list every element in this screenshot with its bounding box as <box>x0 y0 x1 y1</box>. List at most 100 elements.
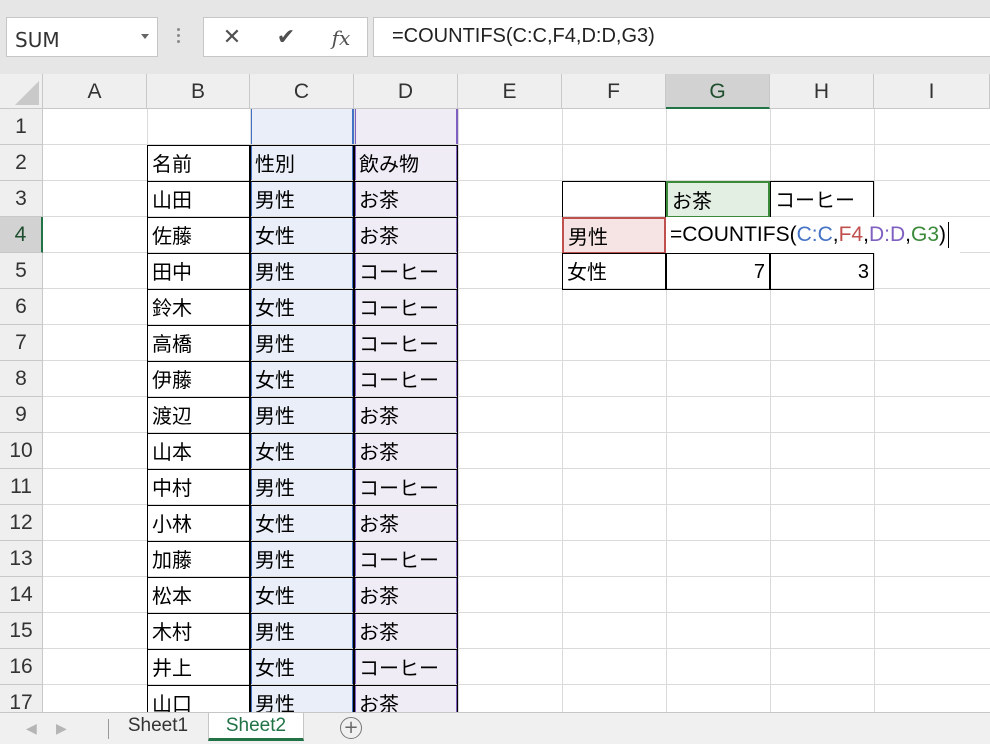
text-caret <box>948 222 949 249</box>
table-cell[interactable]: 小林 <box>147 505 250 542</box>
table-cell[interactable]: 女性 <box>250 217 354 254</box>
summary-row-label[interactable]: 男性 <box>562 217 666 254</box>
table-cell[interactable]: 女性 <box>250 361 354 398</box>
table-cell[interactable]: 男性 <box>250 685 354 712</box>
column-header-b[interactable]: B <box>147 74 250 109</box>
summary-value[interactable]: 3 <box>770 253 874 290</box>
table-cell[interactable]: お茶 <box>354 685 458 712</box>
table-cell[interactable]: 中村 <box>147 469 250 506</box>
table-cell[interactable]: 鈴木 <box>147 289 250 326</box>
table-cell[interactable]: コーヒー <box>354 649 458 686</box>
table-cell[interactable]: 木村 <box>147 613 250 650</box>
table-cell[interactable]: コーヒー <box>354 469 458 506</box>
column-header-c[interactable]: C <box>250 74 354 109</box>
worksheet-grid[interactable]: ABCDEFGHI 1 2 3 4 5 6 7 8 9 10 11 12 13 14 15 16 17 名前 性別… <box>0 74 990 712</box>
row-header-8[interactable]: 8 <box>0 361 43 397</box>
table-header[interactable]: 性別 <box>250 145 354 182</box>
row-header-11[interactable]: 11 <box>0 469 43 505</box>
table-cell[interactable]: コーヒー <box>354 325 458 362</box>
column-header-f[interactable]: F <box>562 74 666 109</box>
column-header-a[interactable]: A <box>43 74 147 109</box>
row-header-1[interactable]: 1 <box>0 109 43 145</box>
table-cell[interactable]: 男性 <box>250 253 354 290</box>
table-cell[interactable]: お茶 <box>354 577 458 614</box>
table-cell[interactable]: 渡辺 <box>147 397 250 434</box>
table-header[interactable]: 飲み物 <box>354 145 458 182</box>
row-header-10[interactable]: 10 <box>0 433 43 469</box>
row-header-4[interactable]: 4 <box>0 217 43 253</box>
table-cell[interactable]: コーヒー <box>354 361 458 398</box>
name-box[interactable]: SUM <box>6 17 158 57</box>
column-header-g[interactable]: G <box>666 74 770 109</box>
table-cell[interactable]: 伊藤 <box>147 361 250 398</box>
formula-input[interactable]: =COUNTIFS(C:C,F4,D:D,G3) <box>373 17 990 57</box>
table-cell[interactable]: 高橋 <box>147 325 250 362</box>
column-header-e[interactable]: E <box>458 74 562 109</box>
row-header-15[interactable]: 15 <box>0 613 43 649</box>
table-cell[interactable]: コーヒー <box>354 541 458 578</box>
table-cell[interactable]: 田中 <box>147 253 250 290</box>
formula-buttons: ✕ ✔ fx <box>203 17 368 57</box>
table-cell[interactable]: 女性 <box>250 577 354 614</box>
table-cell[interactable]: 女性 <box>250 289 354 326</box>
summary-value[interactable]: 7 <box>666 253 770 290</box>
row-header-7[interactable]: 7 <box>0 325 43 361</box>
table-cell[interactable]: 男性 <box>250 181 354 218</box>
column-header-d[interactable]: D <box>354 74 458 109</box>
table-cell[interactable]: お茶 <box>354 217 458 254</box>
insert-function-icon[interactable]: fx <box>325 24 357 52</box>
scroll-right-icon[interactable]: ▶ <box>56 721 67 737</box>
formula-edit-cell[interactable]: =COUNTIFS(C:C,F4,D:D,G3) <box>666 217 960 253</box>
table-cell[interactable]: 井上 <box>147 649 250 686</box>
table-cell[interactable]: 山口 <box>147 685 250 712</box>
column-header-i[interactable]: I <box>874 74 990 109</box>
table-cell[interactable]: コーヒー <box>354 253 458 290</box>
table-cell[interactable]: 佐藤 <box>147 217 250 254</box>
add-sheet-icon[interactable]: + <box>340 717 362 739</box>
tab-sheet1[interactable]: Sheet1 <box>110 713 206 741</box>
table-cell[interactable]: 女性 <box>250 433 354 470</box>
table-cell[interactable]: 山田 <box>147 181 250 218</box>
table-header[interactable]: 名前 <box>147 145 250 182</box>
table-cell[interactable]: 女性 <box>250 505 354 542</box>
gridline-v <box>458 109 459 712</box>
chevron-down-icon[interactable] <box>141 34 149 39</box>
row-header-16[interactable]: 16 <box>0 649 43 685</box>
table-cell[interactable]: お茶 <box>354 181 458 218</box>
table-cell[interactable]: 男性 <box>250 541 354 578</box>
row-header-17[interactable]: 17 <box>0 685 43 712</box>
row-header-14[interactable]: 14 <box>0 577 43 613</box>
table-cell[interactable]: 男性 <box>250 613 354 650</box>
summary-col-header[interactable]: お茶 <box>666 181 770 218</box>
table-cell[interactable]: 男性 <box>250 397 354 434</box>
row-header-5[interactable]: 5 <box>0 253 43 289</box>
table-cell[interactable]: 加藤 <box>147 541 250 578</box>
table-cell[interactable]: 松本 <box>147 577 250 614</box>
select-all-button[interactable] <box>0 74 43 109</box>
tab-sheet2[interactable]: Sheet2 <box>208 713 304 741</box>
scroll-left-icon[interactable]: ◀ <box>26 721 37 737</box>
summary-row-label[interactable]: 女性 <box>562 253 666 290</box>
table-cell[interactable]: 女性 <box>250 649 354 686</box>
row-header-3[interactable]: 3 <box>0 181 43 217</box>
drag-handle-icon[interactable] <box>177 28 181 48</box>
table-cell[interactable]: お茶 <box>354 397 458 434</box>
cancel-icon[interactable]: ✕ <box>216 24 248 52</box>
row-header-9[interactable]: 9 <box>0 397 43 433</box>
table-cell[interactable]: 山本 <box>147 433 250 470</box>
table-cell[interactable]: お茶 <box>354 505 458 542</box>
row-header-2[interactable]: 2 <box>0 145 43 181</box>
row-header-13[interactable]: 13 <box>0 541 43 577</box>
row-header-6[interactable]: 6 <box>0 289 43 325</box>
summary-col-header[interactable]: コーヒー <box>770 181 874 218</box>
table-cell[interactable]: 男性 <box>250 325 354 362</box>
table-cell[interactable]: お茶 <box>354 613 458 650</box>
row-header-12[interactable]: 12 <box>0 505 43 541</box>
table-cell[interactable]: 男性 <box>250 469 354 506</box>
enter-icon[interactable]: ✔ <box>270 24 302 52</box>
column-header-h[interactable]: H <box>770 74 874 109</box>
formula-part: G3 <box>910 223 939 246</box>
table-cell[interactable]: コーヒー <box>354 289 458 326</box>
summary-corner-cell[interactable] <box>562 181 666 218</box>
table-cell[interactable]: お茶 <box>354 433 458 470</box>
